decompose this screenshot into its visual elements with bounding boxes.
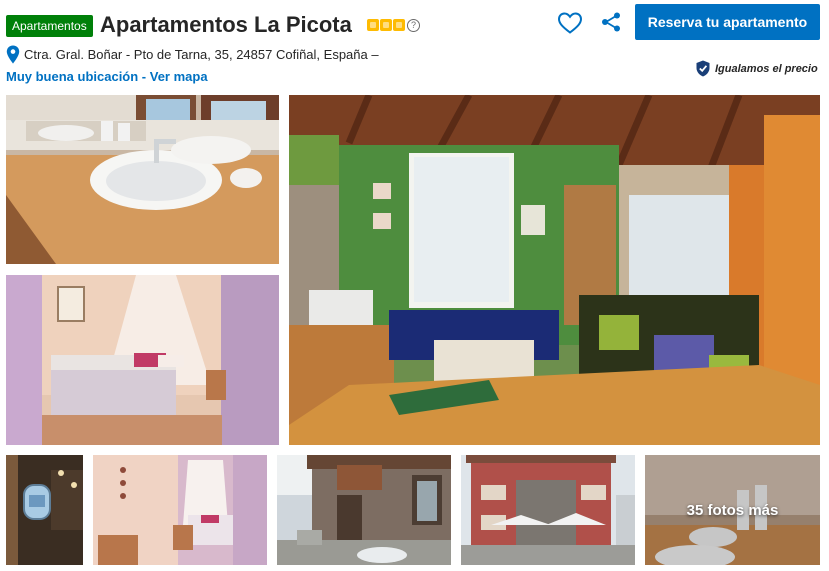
location-rating-link[interactable]: Muy buena ubicación	[6, 69, 138, 84]
price-match-text: Igualamos el precio	[715, 62, 818, 75]
share-icon[interactable]	[600, 11, 622, 33]
photo-exterior-front[interactable]	[277, 455, 451, 565]
price-match-icon	[696, 60, 710, 77]
price-match[interactable]: Igualamos el precio	[695, 60, 818, 77]
photo-bathroom-more[interactable]: 35 fotos más	[645, 455, 820, 565]
star-icon	[380, 19, 392, 31]
heart-icon[interactable]	[557, 11, 583, 35]
star-icon	[393, 19, 405, 31]
property-header: Apartamentos Apartamentos La Picota ? Re…	[0, 0, 829, 90]
property-type-badge: Apartamentos	[6, 15, 93, 37]
photo-bedroom[interactable]	[6, 275, 279, 445]
property-title: Apartamentos La Picota	[100, 12, 352, 37]
photo-living-room[interactable]	[289, 95, 820, 445]
photo-exterior-terrace[interactable]	[461, 455, 635, 565]
photo-bedroom-detail[interactable]	[93, 455, 267, 565]
more-photos-overlay[interactable]: 35 fotos más	[645, 455, 820, 565]
show-map-link[interactable]: Ver mapa	[150, 69, 208, 84]
address-text: Ctra. Gral. Boñar - Pto de Tarna, 35, 24…	[24, 47, 379, 62]
reserve-button[interactable]: Reserva tu apartamento	[635, 4, 820, 40]
star-rating	[367, 19, 405, 31]
photo-bathroom-sink[interactable]	[6, 95, 279, 264]
location-separator: -	[138, 69, 150, 84]
star-icon	[367, 19, 379, 31]
photo-hallway[interactable]	[6, 455, 83, 565]
info-icon[interactable]: ?	[407, 19, 420, 32]
location-line: Muy buena ubicación - Ver mapa	[6, 69, 208, 84]
map-pin-icon	[6, 45, 20, 64]
